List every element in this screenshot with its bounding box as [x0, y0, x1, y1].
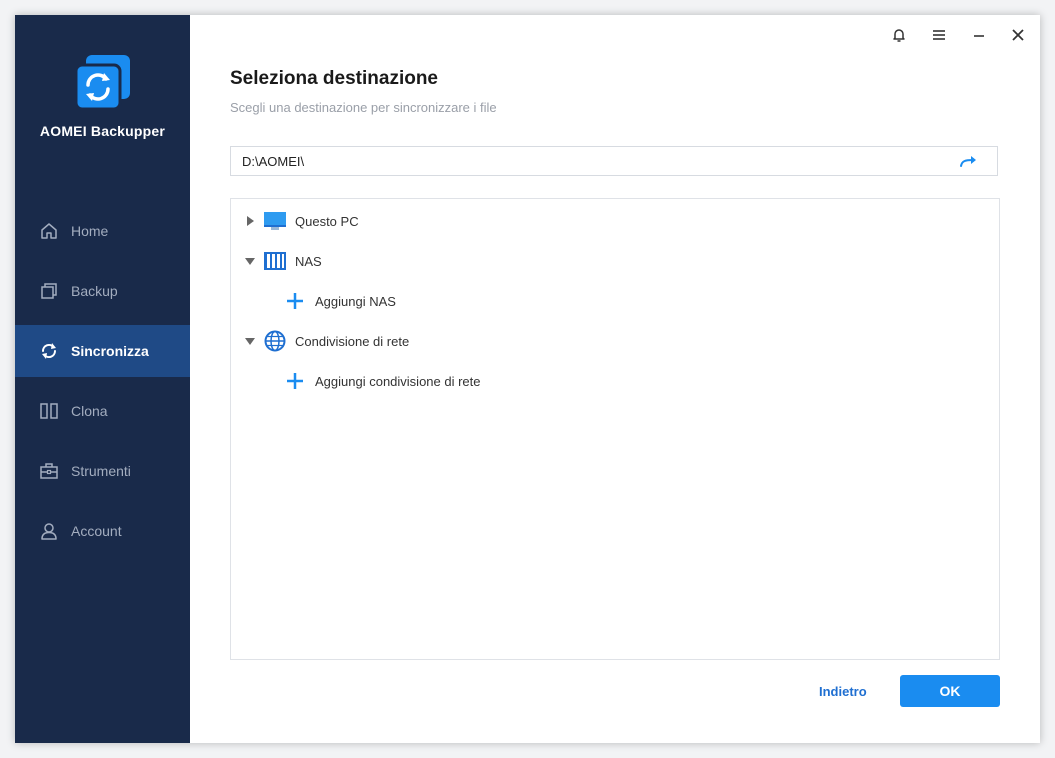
minimize-icon[interactable] — [967, 23, 991, 47]
sync-icon — [39, 341, 59, 361]
account-icon — [39, 521, 59, 541]
caret-right-icon[interactable] — [243, 214, 257, 228]
sidebar-item-label: Clona — [71, 403, 108, 419]
app-logo-block: AOMEI Backupper — [15, 53, 190, 139]
bell-icon[interactable] — [887, 23, 911, 47]
tree-item-nas[interactable]: NAS — [243, 249, 322, 273]
caret-down-icon[interactable] — [243, 334, 257, 348]
app-window: AOMEI Backupper Home Backup Sincronizza — [15, 15, 1040, 743]
sidebar-item-home[interactable]: Home — [15, 205, 190, 257]
tree-item-label: NAS — [295, 253, 322, 269]
sidebar-item-label: Home — [71, 223, 109, 239]
go-arrow-icon[interactable] — [959, 153, 977, 171]
tree-item-questo-pc[interactable]: Questo PC — [243, 209, 359, 233]
page-title: Seleziona destinazione — [230, 68, 438, 89]
tree-item-label: Condivisione di rete — [295, 333, 410, 349]
backup-icon — [39, 281, 59, 301]
close-icon[interactable] — [1006, 23, 1030, 47]
sidebar-item-clona[interactable]: Clona — [15, 385, 190, 437]
sidebar-item-strumenti[interactable]: Strumenti — [15, 445, 190, 497]
destination-tree: Questo PC NAS Aggiungi NAS Condivisione … — [230, 198, 1000, 660]
computer-icon — [263, 210, 287, 232]
ok-button[interactable]: OK — [900, 675, 1000, 707]
tools-icon — [39, 461, 59, 481]
add-nas-button[interactable]: Aggiungi NAS — [285, 289, 396, 313]
destination-path-field[interactable] — [230, 146, 998, 176]
add-nas-label: Aggiungi NAS — [315, 293, 396, 309]
home-icon — [39, 221, 59, 241]
sidebar: AOMEI Backupper Home Backup Sincronizza — [15, 15, 190, 743]
main-panel: Seleziona destinazione Scegli una destin… — [190, 15, 1040, 743]
back-button[interactable]: Indietro — [819, 684, 867, 699]
sidebar-item-sincronizza[interactable]: Sincronizza — [15, 325, 190, 377]
sidebar-item-label: Strumenti — [71, 463, 131, 479]
tree-item-label: Questo PC — [295, 213, 359, 229]
tree-item-condivisione-di-rete[interactable]: Condivisione di rete — [243, 329, 409, 353]
plus-icon — [285, 291, 305, 311]
app-name: AOMEI Backupper — [39, 123, 166, 139]
add-network-share-label: Aggiungi condivisione di rete — [315, 373, 481, 389]
destination-path-input[interactable] — [240, 152, 944, 170]
clone-icon — [39, 401, 59, 421]
caret-down-icon[interactable] — [243, 254, 257, 268]
nas-icon — [263, 250, 287, 272]
globe-icon — [263, 330, 287, 352]
sidebar-item-label: Account — [71, 523, 122, 539]
plus-icon — [285, 371, 305, 391]
app-logo-icon — [74, 53, 132, 113]
sidebar-item-label: Backup — [71, 283, 118, 299]
sidebar-item-backup[interactable]: Backup — [15, 265, 190, 317]
page-subtitle: Scegli una destinazione per sincronizzar… — [230, 100, 497, 115]
menu-icon[interactable] — [927, 23, 951, 47]
sidebar-item-account[interactable]: Account — [15, 505, 190, 557]
add-network-share-button[interactable]: Aggiungi condivisione di rete — [285, 369, 481, 393]
sidebar-item-label: Sincronizza — [71, 343, 149, 359]
sidebar-nav: Home Backup Sincronizza Clona Strumenti … — [15, 205, 190, 565]
